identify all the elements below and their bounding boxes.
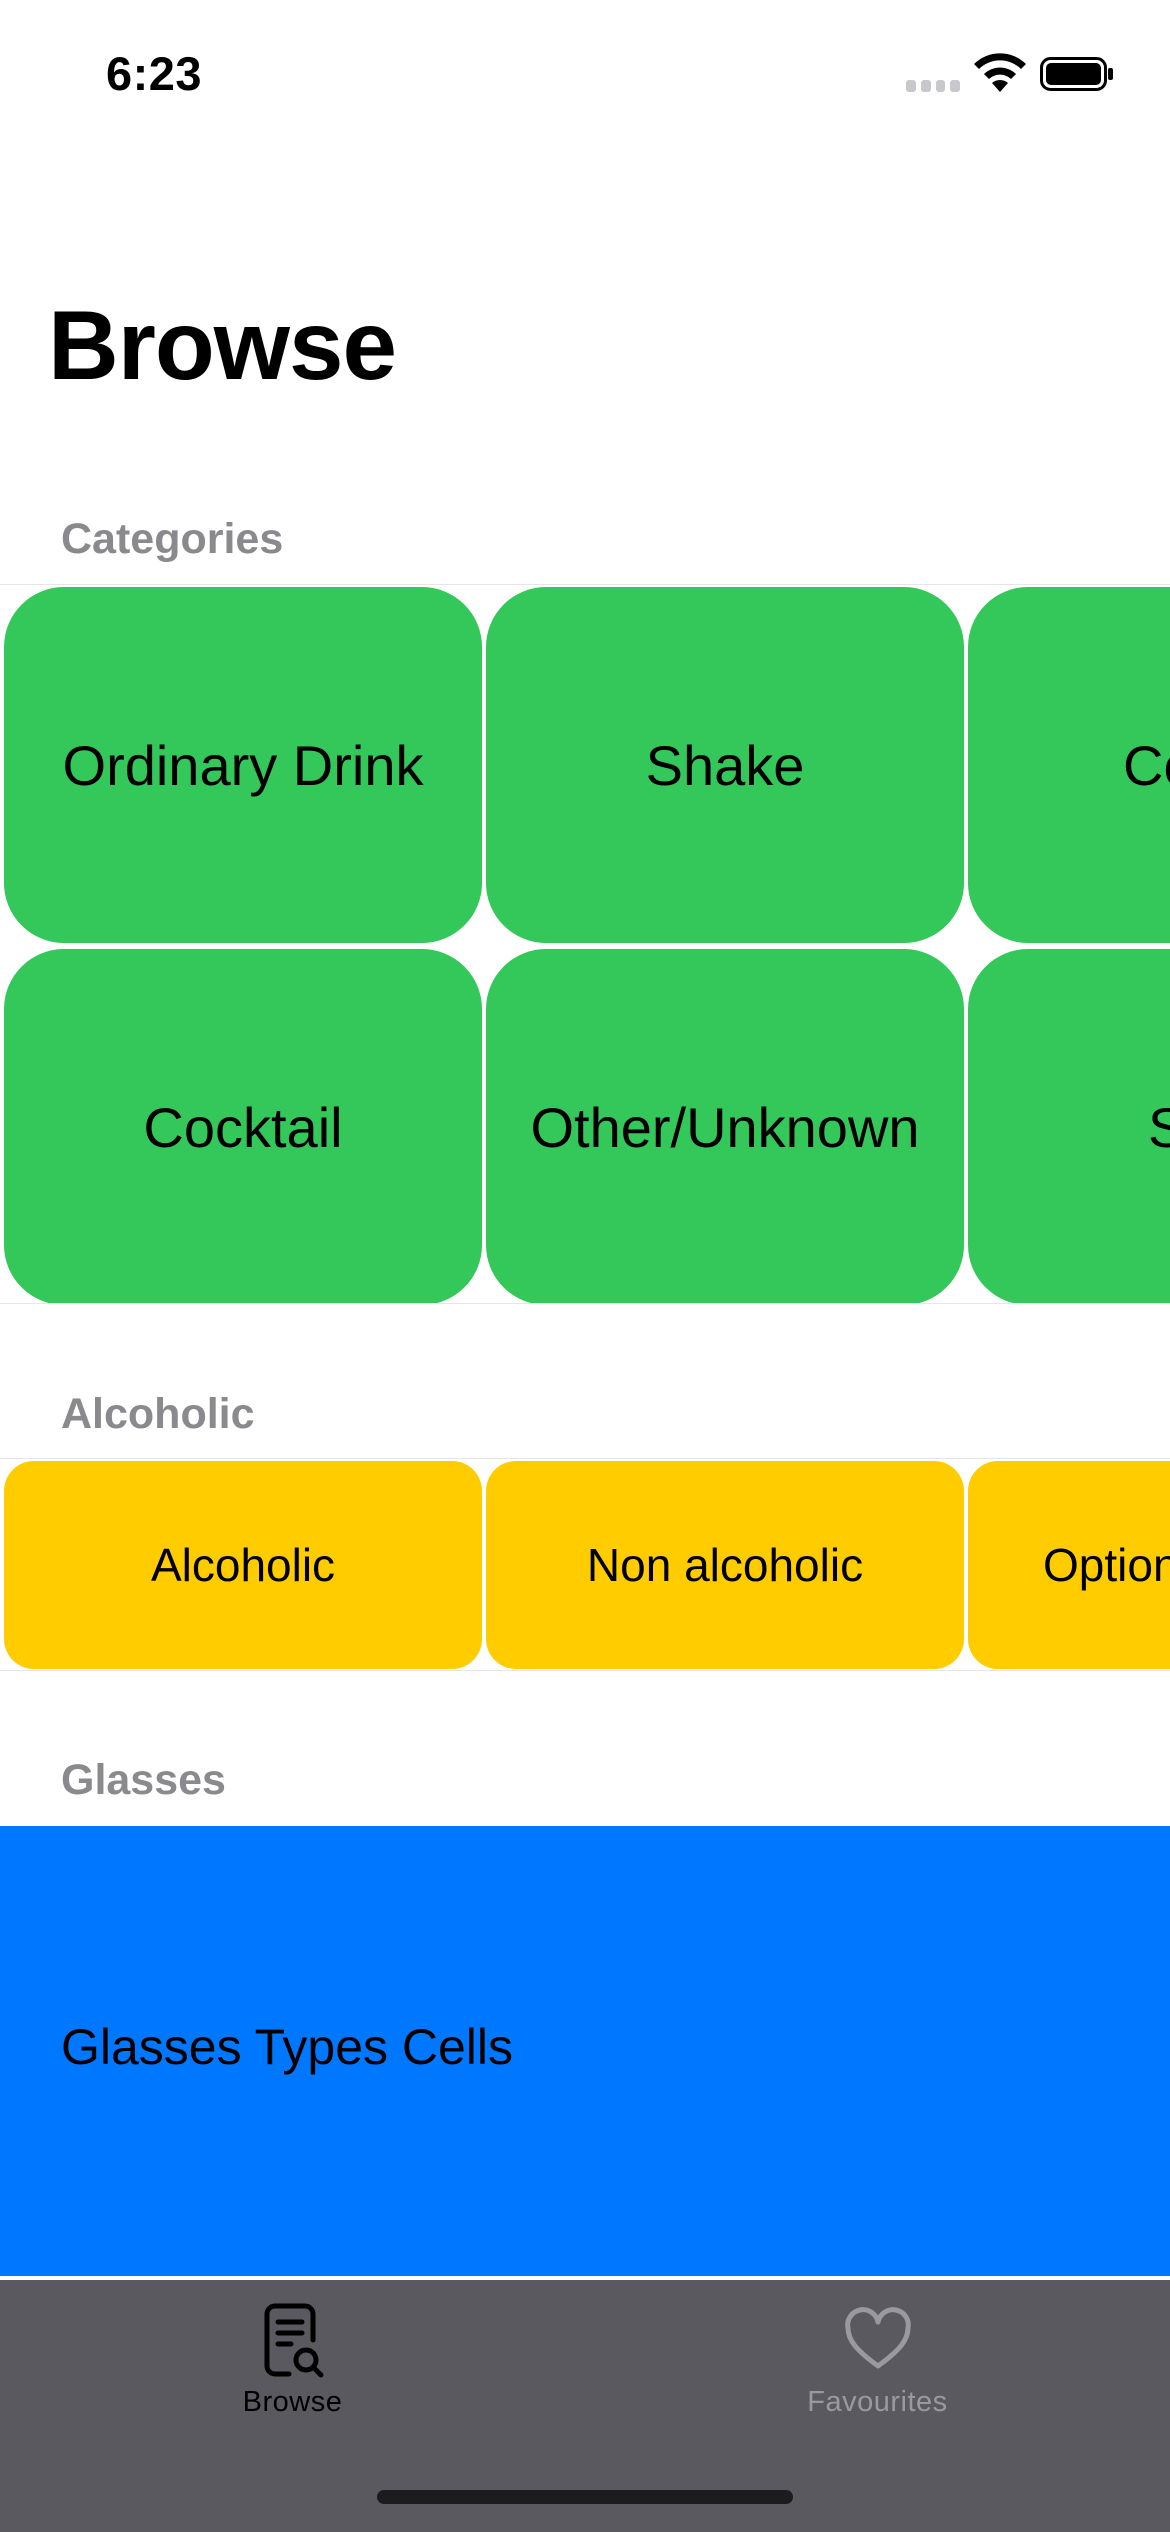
tab-browse[interactable]: Browse	[0, 2280, 585, 2430]
category-cell-partial[interactable]: S	[968, 949, 1170, 1303]
category-cell-shake[interactable]: Shake	[486, 587, 964, 943]
battery-icon	[1040, 57, 1113, 91]
cellular-signal-icon	[906, 80, 960, 92]
glasses-types-label: Glasses Types Cells	[61, 2019, 514, 2075]
section-header-glasses: Glasses	[61, 1756, 226, 1804]
tab-favourites[interactable]: Favourites	[585, 2280, 1170, 2430]
category-cell-partial[interactable]: Co	[968, 587, 1170, 943]
category-cell-cocktail[interactable]: Cocktail	[4, 949, 482, 1303]
alcoholic-cell-non-alcoholic[interactable]: Non alcoholic	[486, 1461, 964, 1669]
browse-document-search-icon	[264, 2303, 323, 2378]
glasses-types-cell[interactable]: Glasses Types Cells	[0, 1826, 1170, 2276]
alcoholic-cell-optional[interactable]: Option	[968, 1461, 1170, 1669]
category-cell-ordinary-drink[interactable]: Ordinary Drink	[4, 587, 482, 943]
tab-label-favourites: Favourites	[807, 2386, 948, 2418]
heart-icon	[844, 2307, 911, 2369]
alcoholic-row[interactable]: Alcoholic Non alcoholic Option	[0, 1458, 1170, 1671]
alcoholic-cell-alcoholic[interactable]: Alcoholic	[4, 1461, 482, 1669]
home-indicator[interactable]	[377, 2490, 793, 2504]
status-time: 6:23	[106, 47, 203, 100]
category-cell-other-unknown[interactable]: Other/Unknown	[486, 949, 964, 1303]
tab-label-browse: Browse	[242, 2386, 343, 2418]
categories-grid[interactable]: Ordinary Drink Shake Co Cocktail Other/U…	[0, 584, 1170, 1304]
page-title: Browse	[48, 290, 397, 400]
section-header-alcoholic: Alcoholic	[61, 1390, 255, 1438]
section-header-categories: Categories	[61, 515, 284, 563]
wifi-icon	[974, 53, 1026, 92]
